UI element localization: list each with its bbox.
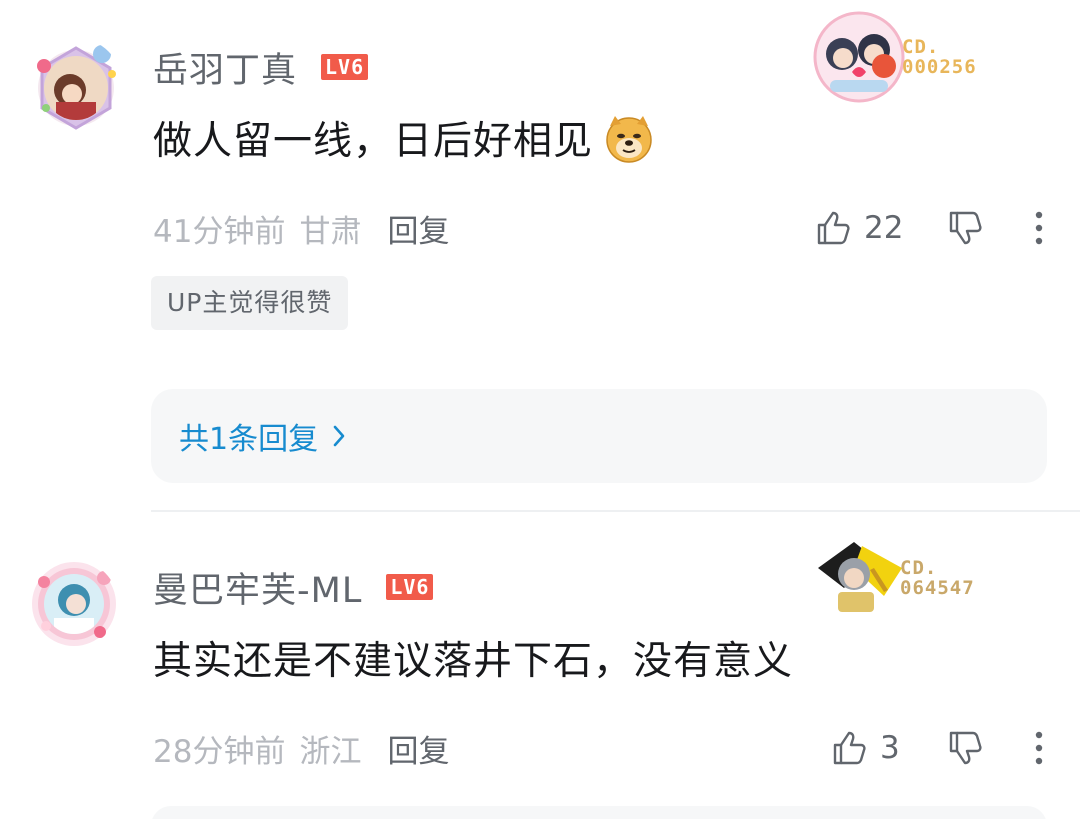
username[interactable]: 岳羽丁真	[153, 42, 297, 93]
comment-text: 做人留一线，日后好相见	[153, 119, 594, 164]
comment-content[interactable]: 其实还是不建议落井下石，没有意义	[153, 628, 793, 688]
replies-box[interactable]: 共1条回复	[151, 389, 1047, 483]
comment-item: 岳羽丁真 LV6 CD. 000256 做人留一线，日后好相见 41分钟前 甘肃…	[0, 0, 1080, 512]
fan-number-prefix: CD.	[902, 36, 940, 58]
thumb-down-icon	[949, 731, 982, 765]
comment-text: 其实还是不建议落井下石，没有意义	[153, 639, 794, 684]
chevron-right-icon	[333, 425, 345, 447]
fan-card-decoration-icon	[814, 538, 904, 618]
more-options-button[interactable]	[1034, 730, 1044, 766]
comment-meta: 28分钟前 浙江 回复	[153, 726, 449, 770]
thumb-down-icon	[949, 211, 982, 245]
comment-location: 浙江	[299, 733, 362, 770]
user-info: 岳羽丁真 LV6	[153, 42, 369, 93]
thumb-up-icon	[817, 211, 850, 245]
fan-card[interactable]: CD. 064547	[814, 538, 975, 618]
user-info: 曼巴牢芙-ML LV6	[153, 562, 434, 613]
avatar[interactable]	[30, 38, 122, 130]
view-replies-link[interactable]: 共1条回复	[179, 414, 346, 458]
reply-button[interactable]: 回复	[387, 206, 449, 251]
fan-number-value: 064547	[900, 577, 975, 599]
fan-number-prefix: CD.	[900, 557, 938, 579]
like-button[interactable]: 3	[830, 728, 900, 768]
like-count: 22	[864, 210, 904, 246]
thumb-up-icon	[833, 731, 866, 765]
fan-card[interactable]: CD. 000256	[812, 10, 977, 104]
replies-count-label: 共1条回复	[179, 422, 319, 457]
comment-actions: 22	[814, 206, 903, 250]
doge-icon	[603, 112, 655, 164]
comment-actions: 3	[830, 726, 900, 770]
replies-box[interactable]	[151, 806, 1047, 819]
more-dots-icon	[1035, 211, 1043, 245]
fan-number-value: 000256	[902, 56, 977, 78]
comment-content[interactable]: 做人留一线，日后好相见	[153, 108, 655, 168]
username[interactable]: 曼巴牢芙-ML	[153, 562, 362, 613]
comment-list: 岳羽丁真 LV6 CD. 000256 做人留一线，日后好相见 41分钟前 甘肃…	[0, 0, 1080, 819]
comment-time: 28分钟前	[153, 733, 286, 770]
fan-number: CD. 000256	[902, 37, 977, 77]
fan-number: CD. 064547	[900, 558, 975, 598]
more-options-button[interactable]	[1034, 210, 1044, 246]
more-dots-icon	[1035, 731, 1043, 765]
level-badge: LV6	[386, 574, 434, 600]
comment-time: 41分钟前	[153, 213, 286, 250]
dislike-button[interactable]	[946, 728, 986, 768]
fan-card-decoration-icon	[812, 10, 906, 104]
level-badge: LV6	[321, 54, 369, 80]
up-liked-tag: UP主觉得很赞	[151, 276, 349, 330]
reply-button[interactable]: 回复	[387, 726, 449, 771]
avatar[interactable]	[30, 560, 118, 648]
comment-meta: 41分钟前 甘肃 回复	[153, 206, 449, 250]
dislike-button[interactable]	[946, 208, 986, 248]
like-count: 3	[880, 730, 900, 766]
comment-item: 曼巴牢芙-ML LV6 CD. 064547 其实还是不建议落井下石，没有意义 …	[0, 512, 1080, 819]
like-button[interactable]: 22	[814, 208, 903, 248]
comment-location: 甘肃	[299, 213, 362, 250]
